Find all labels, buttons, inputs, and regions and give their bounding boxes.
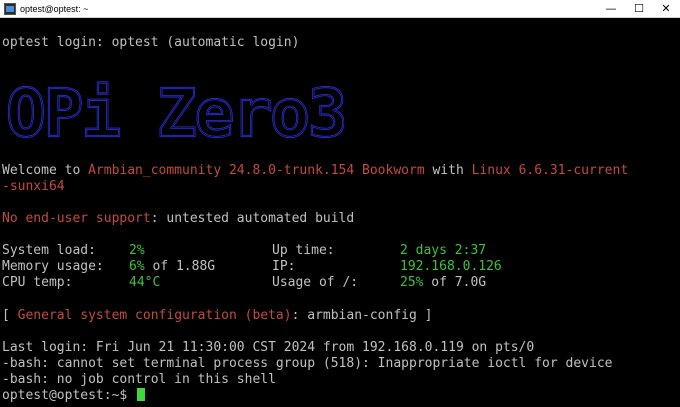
kernel-continuation: -sunxi64 — [2, 179, 65, 194]
stat-usage-total: of 7.0G — [423, 275, 487, 290]
maximize-button[interactable]: ☐ — [625, 0, 653, 18]
config-line: [ General system configuration (beta): a… — [2, 308, 432, 324]
stat-memory-label: Memory usage: — [2, 259, 104, 274]
stat-ip-value: 192.168.0.126 — [400, 259, 502, 274]
svg-text:OPi Zero3: OPi Zero3 — [6, 75, 344, 152]
window-title: optest@optest: ~ — [20, 4, 89, 14]
close-button[interactable]: ✕ — [652, 0, 680, 18]
prompt-line[interactable]: optest@optest:~$ — [2, 388, 146, 404]
stat-memory-total: of 1.88G — [144, 259, 216, 274]
title-bar[interactable]: optest@optest: ~ — ☐ ✕ — [0, 0, 680, 18]
terminal-cursor — [137, 388, 146, 401]
stat-uptime-label: Up time: — [272, 243, 335, 258]
armbian-banner-logo: OPi Zero3 OPi Zero3 — [5, 74, 344, 152]
stat-usage-value: 25% — [400, 275, 424, 290]
last-login-line: Last login: Fri Jun 21 11:30:00 CST 2024… — [2, 340, 535, 355]
stat-cpu-label: CPU temp: — [2, 275, 73, 290]
support-line: No end-user support: untested automated … — [2, 211, 354, 227]
config-text: : armbian-config ] — [291, 308, 433, 323]
shell-prompt: optest@optest:~$ — [2, 388, 136, 403]
welcome-prefix: Welcome to — [2, 163, 89, 178]
terminal-output[interactable]: optest login: optest (automatic login) O… — [0, 18, 680, 407]
stat-memory-value: 6% — [129, 259, 145, 274]
stat-system-load-value: 2% — [129, 243, 145, 258]
terminal-app-icon — [4, 3, 16, 15]
config-label: General system configuration (beta) — [17, 308, 292, 323]
stat-cpu-value: 44°C — [129, 275, 161, 290]
config-open: [ — [2, 308, 18, 323]
login-line: optest login: optest (automatic login) — [2, 35, 300, 50]
bash-error-line-2: -bash: no job control in this shell — [2, 372, 276, 387]
bash-error-line-1: -bash: cannot set terminal process group… — [2, 356, 613, 371]
stat-uptime-value: 2 days 2:37 — [400, 243, 487, 258]
support-label: No end-user support — [2, 211, 151, 226]
welcome-line: Welcome to Armbian_community 24.8.0-trun… — [2, 163, 628, 179]
support-text: : untested automated build — [150, 211, 355, 226]
stat-ip-label: IP: — [272, 259, 296, 274]
distro-name: Armbian_community 24.8.0-trunk.154 Bookw… — [88, 163, 425, 178]
welcome-middle: with — [424, 163, 472, 178]
minimize-button[interactable]: — — [597, 0, 625, 18]
stat-memory-value-line: 6% of 1.88G — [129, 259, 215, 275]
stat-usage-label: Usage of /: — [272, 275, 359, 290]
stat-system-load-label: System load: — [2, 243, 96, 258]
kernel-version: Linux 6.6.31-current — [471, 163, 629, 178]
stat-usage-value-line: 25% of 7.0G — [400, 275, 486, 291]
terminal-window: optest@optest: ~ — ☐ ✕ optest login: opt… — [0, 0, 680, 407]
